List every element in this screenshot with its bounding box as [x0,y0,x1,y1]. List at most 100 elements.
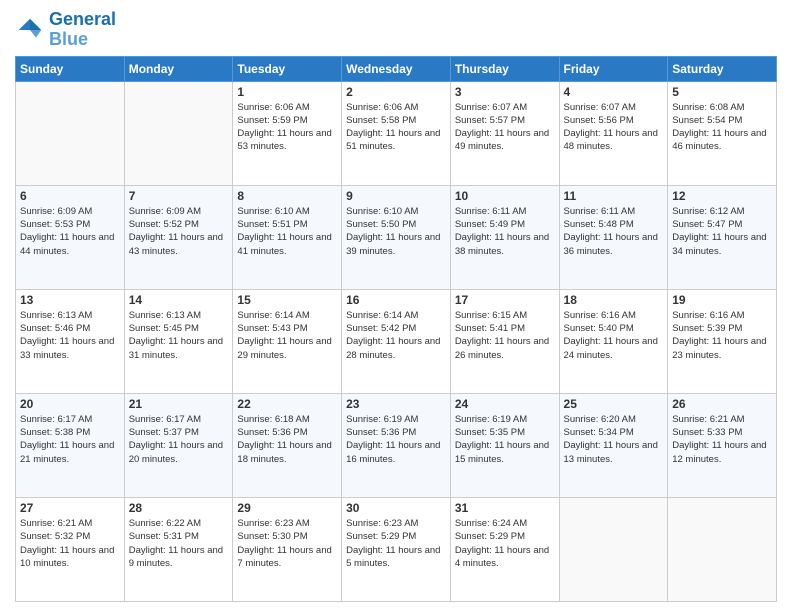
calendar-cell [16,81,125,185]
cell-info: Sunrise: 6:19 AM Sunset: 5:35 PM Dayligh… [455,413,555,466]
day-number: 10 [455,189,555,203]
cell-info: Sunrise: 6:16 AM Sunset: 5:40 PM Dayligh… [564,309,664,362]
calendar-cell: 22 Sunrise: 6:18 AM Sunset: 5:36 PM Dayli… [233,393,342,497]
calendar-cell: 12 Sunrise: 6:12 AM Sunset: 5:47 PM Dayli… [668,185,777,289]
cell-info: Sunrise: 6:08 AM Sunset: 5:54 PM Dayligh… [672,101,772,154]
cell-info: Sunrise: 6:07 AM Sunset: 5:57 PM Dayligh… [455,101,555,154]
cell-info: Sunrise: 6:23 AM Sunset: 5:29 PM Dayligh… [346,517,446,570]
cell-info: Sunrise: 6:16 AM Sunset: 5:39 PM Dayligh… [672,309,772,362]
calendar-cell [559,497,668,601]
weekday-monday: Monday [124,56,233,81]
week-row-3: 13 Sunrise: 6:13 AM Sunset: 5:46 PM Dayli… [16,289,777,393]
day-number: 15 [237,293,337,307]
logo-icon [15,15,45,45]
cell-info: Sunrise: 6:20 AM Sunset: 5:34 PM Dayligh… [564,413,664,466]
day-number: 18 [564,293,664,307]
day-number: 5 [672,85,772,99]
week-row-5: 27 Sunrise: 6:21 AM Sunset: 5:32 PM Dayli… [16,497,777,601]
calendar-cell: 15 Sunrise: 6:14 AM Sunset: 5:43 PM Dayli… [233,289,342,393]
calendar-cell: 28 Sunrise: 6:22 AM Sunset: 5:31 PM Dayli… [124,497,233,601]
logo-text: General Blue [49,10,116,50]
weekday-saturday: Saturday [668,56,777,81]
day-number: 3 [455,85,555,99]
weekday-sunday: Sunday [16,56,125,81]
page: General Blue SundayMondayTuesdayWednesda… [0,0,792,612]
calendar-cell: 27 Sunrise: 6:21 AM Sunset: 5:32 PM Dayli… [16,497,125,601]
cell-info: Sunrise: 6:06 AM Sunset: 5:58 PM Dayligh… [346,101,446,154]
calendar-cell: 5 Sunrise: 6:08 AM Sunset: 5:54 PM Daylig… [668,81,777,185]
day-number: 30 [346,501,446,515]
day-number: 12 [672,189,772,203]
day-number: 1 [237,85,337,99]
day-number: 28 [129,501,229,515]
weekday-wednesday: Wednesday [342,56,451,81]
cell-info: Sunrise: 6:11 AM Sunset: 5:48 PM Dayligh… [564,205,664,258]
calendar-cell: 4 Sunrise: 6:07 AM Sunset: 5:56 PM Daylig… [559,81,668,185]
calendar-cell: 7 Sunrise: 6:09 AM Sunset: 5:52 PM Daylig… [124,185,233,289]
cell-info: Sunrise: 6:11 AM Sunset: 5:49 PM Dayligh… [455,205,555,258]
day-number: 25 [564,397,664,411]
day-number: 4 [564,85,664,99]
day-number: 13 [20,293,120,307]
cell-info: Sunrise: 6:19 AM Sunset: 5:36 PM Dayligh… [346,413,446,466]
calendar-cell: 24Sunrise: 6:19 AM Sunset: 5:35 PM Dayli… [450,393,559,497]
weekday-friday: Friday [559,56,668,81]
calendar-cell: 17 Sunrise: 6:15 AM Sunset: 5:41 PM Dayli… [450,289,559,393]
day-number: 21 [129,397,229,411]
calendar-cell: 8Sunrise: 6:10 AM Sunset: 5:51 PM Daylig… [233,185,342,289]
cell-info: Sunrise: 6:07 AM Sunset: 5:56 PM Dayligh… [564,101,664,154]
calendar-cell: 20 Sunrise: 6:17 AM Sunset: 5:38 PM Dayli… [16,393,125,497]
cell-info: Sunrise: 6:23 AM Sunset: 5:30 PM Dayligh… [237,517,337,570]
weekday-thursday: Thursday [450,56,559,81]
day-number: 16 [346,293,446,307]
day-number: 31 [455,501,555,515]
logo: General Blue [15,10,116,50]
calendar-cell: 6Sunrise: 6:09 AM Sunset: 5:53 PM Daylig… [16,185,125,289]
calendar-cell: 13 Sunrise: 6:13 AM Sunset: 5:46 PM Dayli… [16,289,125,393]
calendar-cell: 23 Sunrise: 6:19 AM Sunset: 5:36 PM Dayli… [342,393,451,497]
calendar-table: SundayMondayTuesdayWednesdayThursdayFrid… [15,56,777,602]
calendar-cell: 30 Sunrise: 6:23 AM Sunset: 5:29 PM Dayli… [342,497,451,601]
cell-info: Sunrise: 6:10 AM Sunset: 5:50 PM Dayligh… [346,205,446,258]
weekday-tuesday: Tuesday [233,56,342,81]
cell-info: Sunrise: 6:15 AM Sunset: 5:41 PM Dayligh… [455,309,555,362]
day-number: 23 [346,397,446,411]
calendar-cell: 25 Sunrise: 6:20 AM Sunset: 5:34 PM Dayli… [559,393,668,497]
day-number: 11 [564,189,664,203]
day-number: 2 [346,85,446,99]
calendar-cell: 19 Sunrise: 6:16 AM Sunset: 5:39 PM Dayli… [668,289,777,393]
day-number: 6 [20,189,120,203]
calendar-cell [668,497,777,601]
week-row-4: 20 Sunrise: 6:17 AM Sunset: 5:38 PM Dayli… [16,393,777,497]
cell-info: Sunrise: 6:09 AM Sunset: 5:52 PM Dayligh… [129,205,229,258]
cell-info: Sunrise: 6:17 AM Sunset: 5:37 PM Dayligh… [129,413,229,466]
calendar-cell: 1 Sunrise: 6:06 AM Sunset: 5:59 PM Daylig… [233,81,342,185]
cell-info: Sunrise: 6:18 AM Sunset: 5:36 PM Dayligh… [237,413,337,466]
header: General Blue [15,10,777,50]
day-number: 20 [20,397,120,411]
cell-info: Sunrise: 6:13 AM Sunset: 5:45 PM Dayligh… [129,309,229,362]
day-number: 27 [20,501,120,515]
cell-info: Sunrise: 6:17 AM Sunset: 5:38 PM Dayligh… [20,413,120,466]
calendar-cell: 26 Sunrise: 6:21 AM Sunset: 5:33 PM Dayli… [668,393,777,497]
day-number: 14 [129,293,229,307]
day-number: 26 [672,397,772,411]
calendar-cell: 21 Sunrise: 6:17 AM Sunset: 5:37 PM Dayli… [124,393,233,497]
day-number: 7 [129,189,229,203]
cell-info: Sunrise: 6:21 AM Sunset: 5:33 PM Dayligh… [672,413,772,466]
day-number: 17 [455,293,555,307]
week-row-2: 6Sunrise: 6:09 AM Sunset: 5:53 PM Daylig… [16,185,777,289]
cell-info: Sunrise: 6:14 AM Sunset: 5:43 PM Dayligh… [237,309,337,362]
calendar-cell: 9 Sunrise: 6:10 AM Sunset: 5:50 PM Daylig… [342,185,451,289]
cell-info: Sunrise: 6:21 AM Sunset: 5:32 PM Dayligh… [20,517,120,570]
day-number: 9 [346,189,446,203]
calendar-cell: 10 Sunrise: 6:11 AM Sunset: 5:49 PM Dayli… [450,185,559,289]
cell-info: Sunrise: 6:24 AM Sunset: 5:29 PM Dayligh… [455,517,555,570]
cell-info: Sunrise: 6:22 AM Sunset: 5:31 PM Dayligh… [129,517,229,570]
cell-info: Sunrise: 6:13 AM Sunset: 5:46 PM Dayligh… [20,309,120,362]
cell-info: Sunrise: 6:12 AM Sunset: 5:47 PM Dayligh… [672,205,772,258]
day-number: 22 [237,397,337,411]
cell-info: Sunrise: 6:06 AM Sunset: 5:59 PM Dayligh… [237,101,337,154]
day-number: 19 [672,293,772,307]
calendar-cell: 3 Sunrise: 6:07 AM Sunset: 5:57 PM Daylig… [450,81,559,185]
